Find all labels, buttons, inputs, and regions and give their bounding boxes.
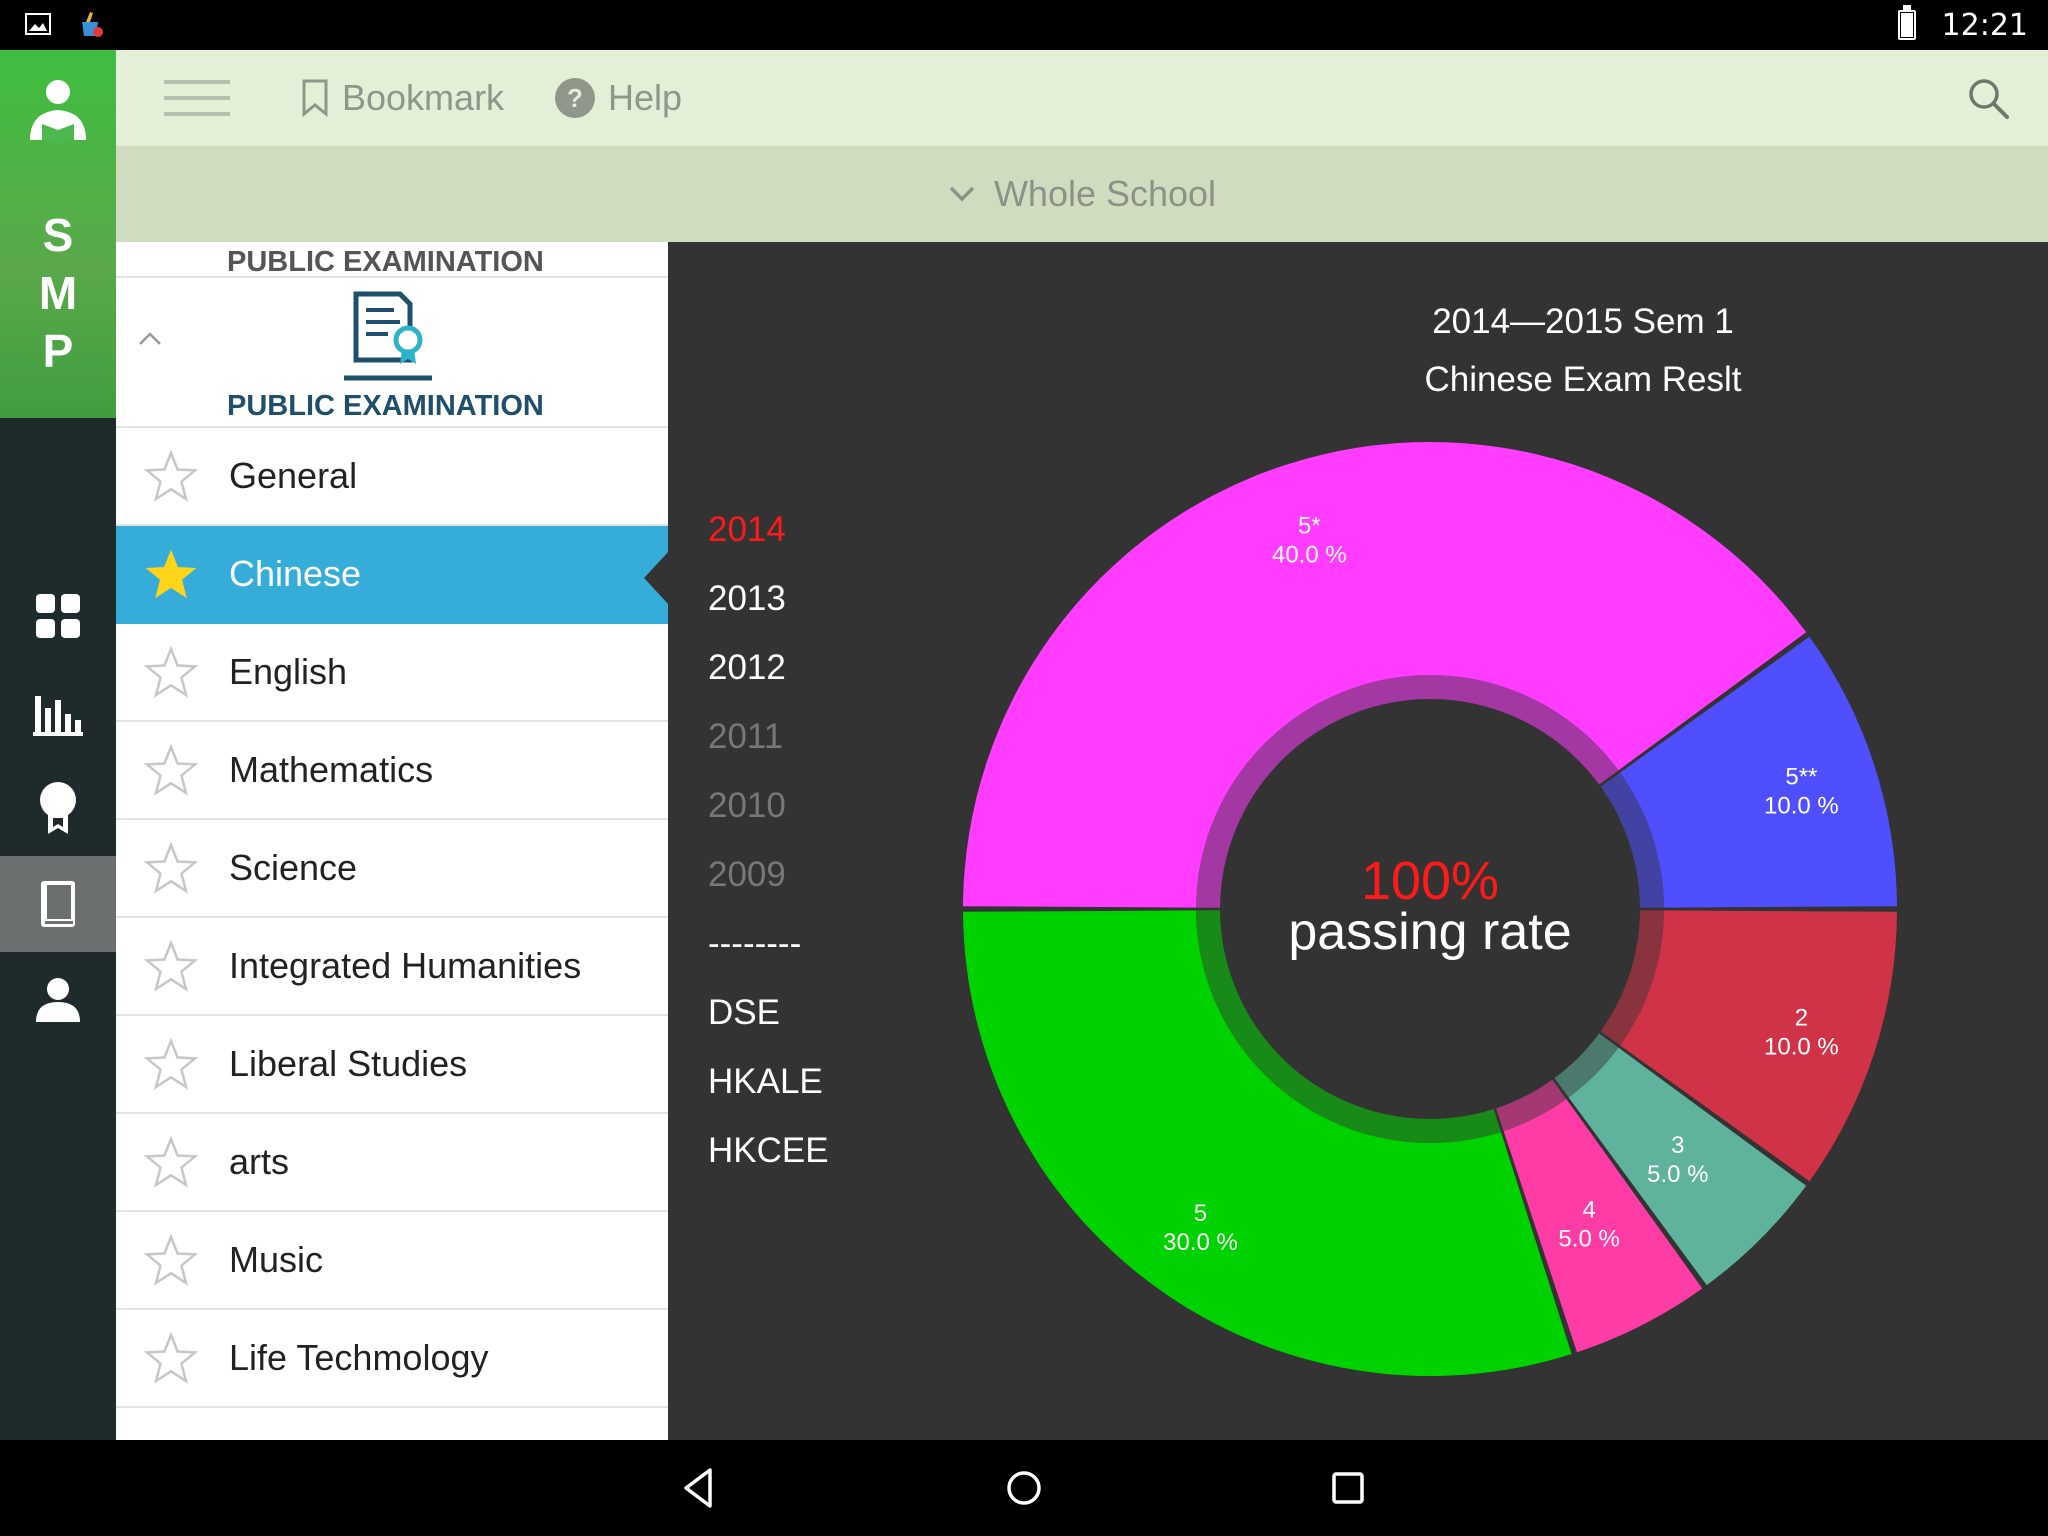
chart-area: 2014—2015 Sem 1 Chinese Exam Reslt 2014 2… <box>668 242 2048 1440</box>
search-icon[interactable] <box>1966 76 2010 120</box>
subject-item[interactable]: arts <box>116 1114 668 1212</box>
subject-label: English <box>229 651 348 692</box>
system-nav-bar <box>0 1440 2048 1536</box>
home-icon[interactable] <box>998 1462 1050 1514</box>
subject-item[interactable]: General <box>116 428 668 526</box>
subject-item[interactable]: English <box>116 624 668 722</box>
subject-label: General <box>229 455 358 496</box>
subject-label: Liberal Studies <box>229 1043 468 1084</box>
slice-category-label: 5 <box>1194 1200 1207 1227</box>
rail-item-awards[interactable] <box>0 760 116 856</box>
dashboard-grid-icon <box>36 594 80 638</box>
rail-item-profile[interactable] <box>0 952 116 1048</box>
subject-label: Chinese <box>229 553 362 594</box>
passing-rate-value: 100% <box>1361 851 1499 911</box>
star-outline-icon[interactable] <box>144 940 198 994</box>
bookmark-label: Bookmark <box>342 77 505 118</box>
subject-item[interactable]: Music <box>116 1212 668 1310</box>
book-icon <box>41 881 75 927</box>
help-label: Help <box>608 77 683 118</box>
app-screen: { "status_bar": { "time": "12:21" }, "ra… <box>0 0 2048 1536</box>
slice-value-label: 10.0 % <box>1764 1034 1839 1061</box>
subject-label: Integrated Humanities <box>229 945 582 986</box>
subject-item[interactable]: Mathematics <box>116 722 668 820</box>
rail-item-dashboard[interactable] <box>0 568 116 664</box>
subject-label: arts <box>229 1141 290 1182</box>
donut-slice[interactable] <box>963 910 1572 1376</box>
scope-filter-label: Whole School <box>993 173 1217 214</box>
passing-rate-label: passing rate <box>1288 903 1571 961</box>
award-badge-icon <box>40 782 76 834</box>
top-app-bar: Bookmark ? Help <box>116 50 2048 146</box>
slice-category-label: 5* <box>1298 513 1321 540</box>
help-button[interactable]: ? Help <box>554 74 682 122</box>
cleaner-notification-icon <box>82 12 103 37</box>
subject-item[interactable]: Integrated Humanities <box>116 918 668 1016</box>
rail-item-statistics[interactable] <box>0 664 116 760</box>
status-time: 12:21 <box>1941 8 2028 43</box>
subject-item[interactable]: Liberal Studies <box>116 1016 668 1114</box>
app-logo[interactable]: S M P <box>0 50 116 418</box>
status-bar: 12:21 <box>0 0 2048 50</box>
star-outline-icon[interactable] <box>144 1234 198 1288</box>
menu-icon[interactable] <box>164 80 230 116</box>
scope-filter-dropdown[interactable]: Whole School <box>116 146 2048 242</box>
logo-letter: S <box>42 209 74 261</box>
subject-item[interactable]: Science <box>116 820 668 918</box>
star-outline-icon[interactable] <box>144 744 198 798</box>
slice-value-label: 40.0 % <box>1272 542 1347 569</box>
app-logo-letters: S M P <box>0 206 116 380</box>
subject-label: Music <box>229 1239 324 1280</box>
reader-logo-icon <box>30 80 86 144</box>
subject-label: Mathematics <box>229 749 434 790</box>
star-outline-icon[interactable] <box>144 1136 198 1190</box>
section-title: PUBLIC EXAMINATION <box>227 390 544 422</box>
subject-item[interactable]: Life Techmology <box>116 1310 668 1408</box>
person-icon <box>36 978 80 1022</box>
rail-item-exams[interactable] <box>0 856 116 952</box>
star-outline-icon[interactable] <box>144 450 198 504</box>
slice-category-label: 3 <box>1671 1132 1684 1159</box>
battery-icon <box>1898 5 1916 40</box>
svg-text:?: ? <box>567 83 583 113</box>
star-outline-icon[interactable] <box>144 1332 198 1386</box>
bookmark-icon <box>302 79 328 118</box>
subject-panel: PUBLIC EXAMINATION PUBLIC EXAMINATION Ge… <box>116 242 668 1440</box>
recents-icon[interactable] <box>1322 1462 1374 1514</box>
slice-value-label: 10.0 % <box>1764 792 1839 819</box>
logo-letter: P <box>42 325 74 377</box>
slice-value-label: 5.0 % <box>1647 1161 1708 1188</box>
slice-category-label: 4 <box>1582 1196 1595 1223</box>
star-outline-icon[interactable] <box>144 1038 198 1092</box>
star-outline-icon[interactable] <box>144 646 198 700</box>
subject-item[interactable]: Chinese <box>116 526 668 624</box>
slice-category-label: 5** <box>1785 763 1817 790</box>
slice-value-label: 30.0 % <box>1163 1229 1238 1256</box>
star-outline-icon[interactable] <box>144 842 198 896</box>
slice-category-label: 2 <box>1795 1005 1808 1032</box>
navigation-rail: S M P <box>0 50 116 1440</box>
chevron-down-icon <box>949 186 975 202</box>
back-icon[interactable] <box>674 1462 726 1514</box>
chevron-up-icon[interactable] <box>132 320 168 356</box>
slice-value-label: 5.0 % <box>1558 1225 1619 1252</box>
panel-header: PUBLIC EXAMINATION <box>116 242 668 278</box>
gallery-notification-icon <box>25 13 51 35</box>
subject-label: Science <box>229 847 358 888</box>
bar-chart-icon <box>33 696 83 736</box>
star-filled-icon[interactable] <box>144 548 198 602</box>
public-examination-section[interactable]: PUBLIC EXAMINATION <box>116 280 668 428</box>
bookmark-button[interactable]: Bookmark <box>300 74 504 122</box>
logo-letter: M <box>38 267 78 319</box>
panel-header-label: PUBLIC EXAMINATION <box>227 246 544 278</box>
subject-label: Life Techmology <box>229 1337 489 1378</box>
result-donut-chart: 5*40.0 %5**10.0 %210.0 %35.0 %45.0 %530.… <box>963 441 1897 1376</box>
help-icon: ? <box>555 78 595 118</box>
selection-pointer <box>644 550 670 606</box>
certificate-icon <box>344 291 432 381</box>
